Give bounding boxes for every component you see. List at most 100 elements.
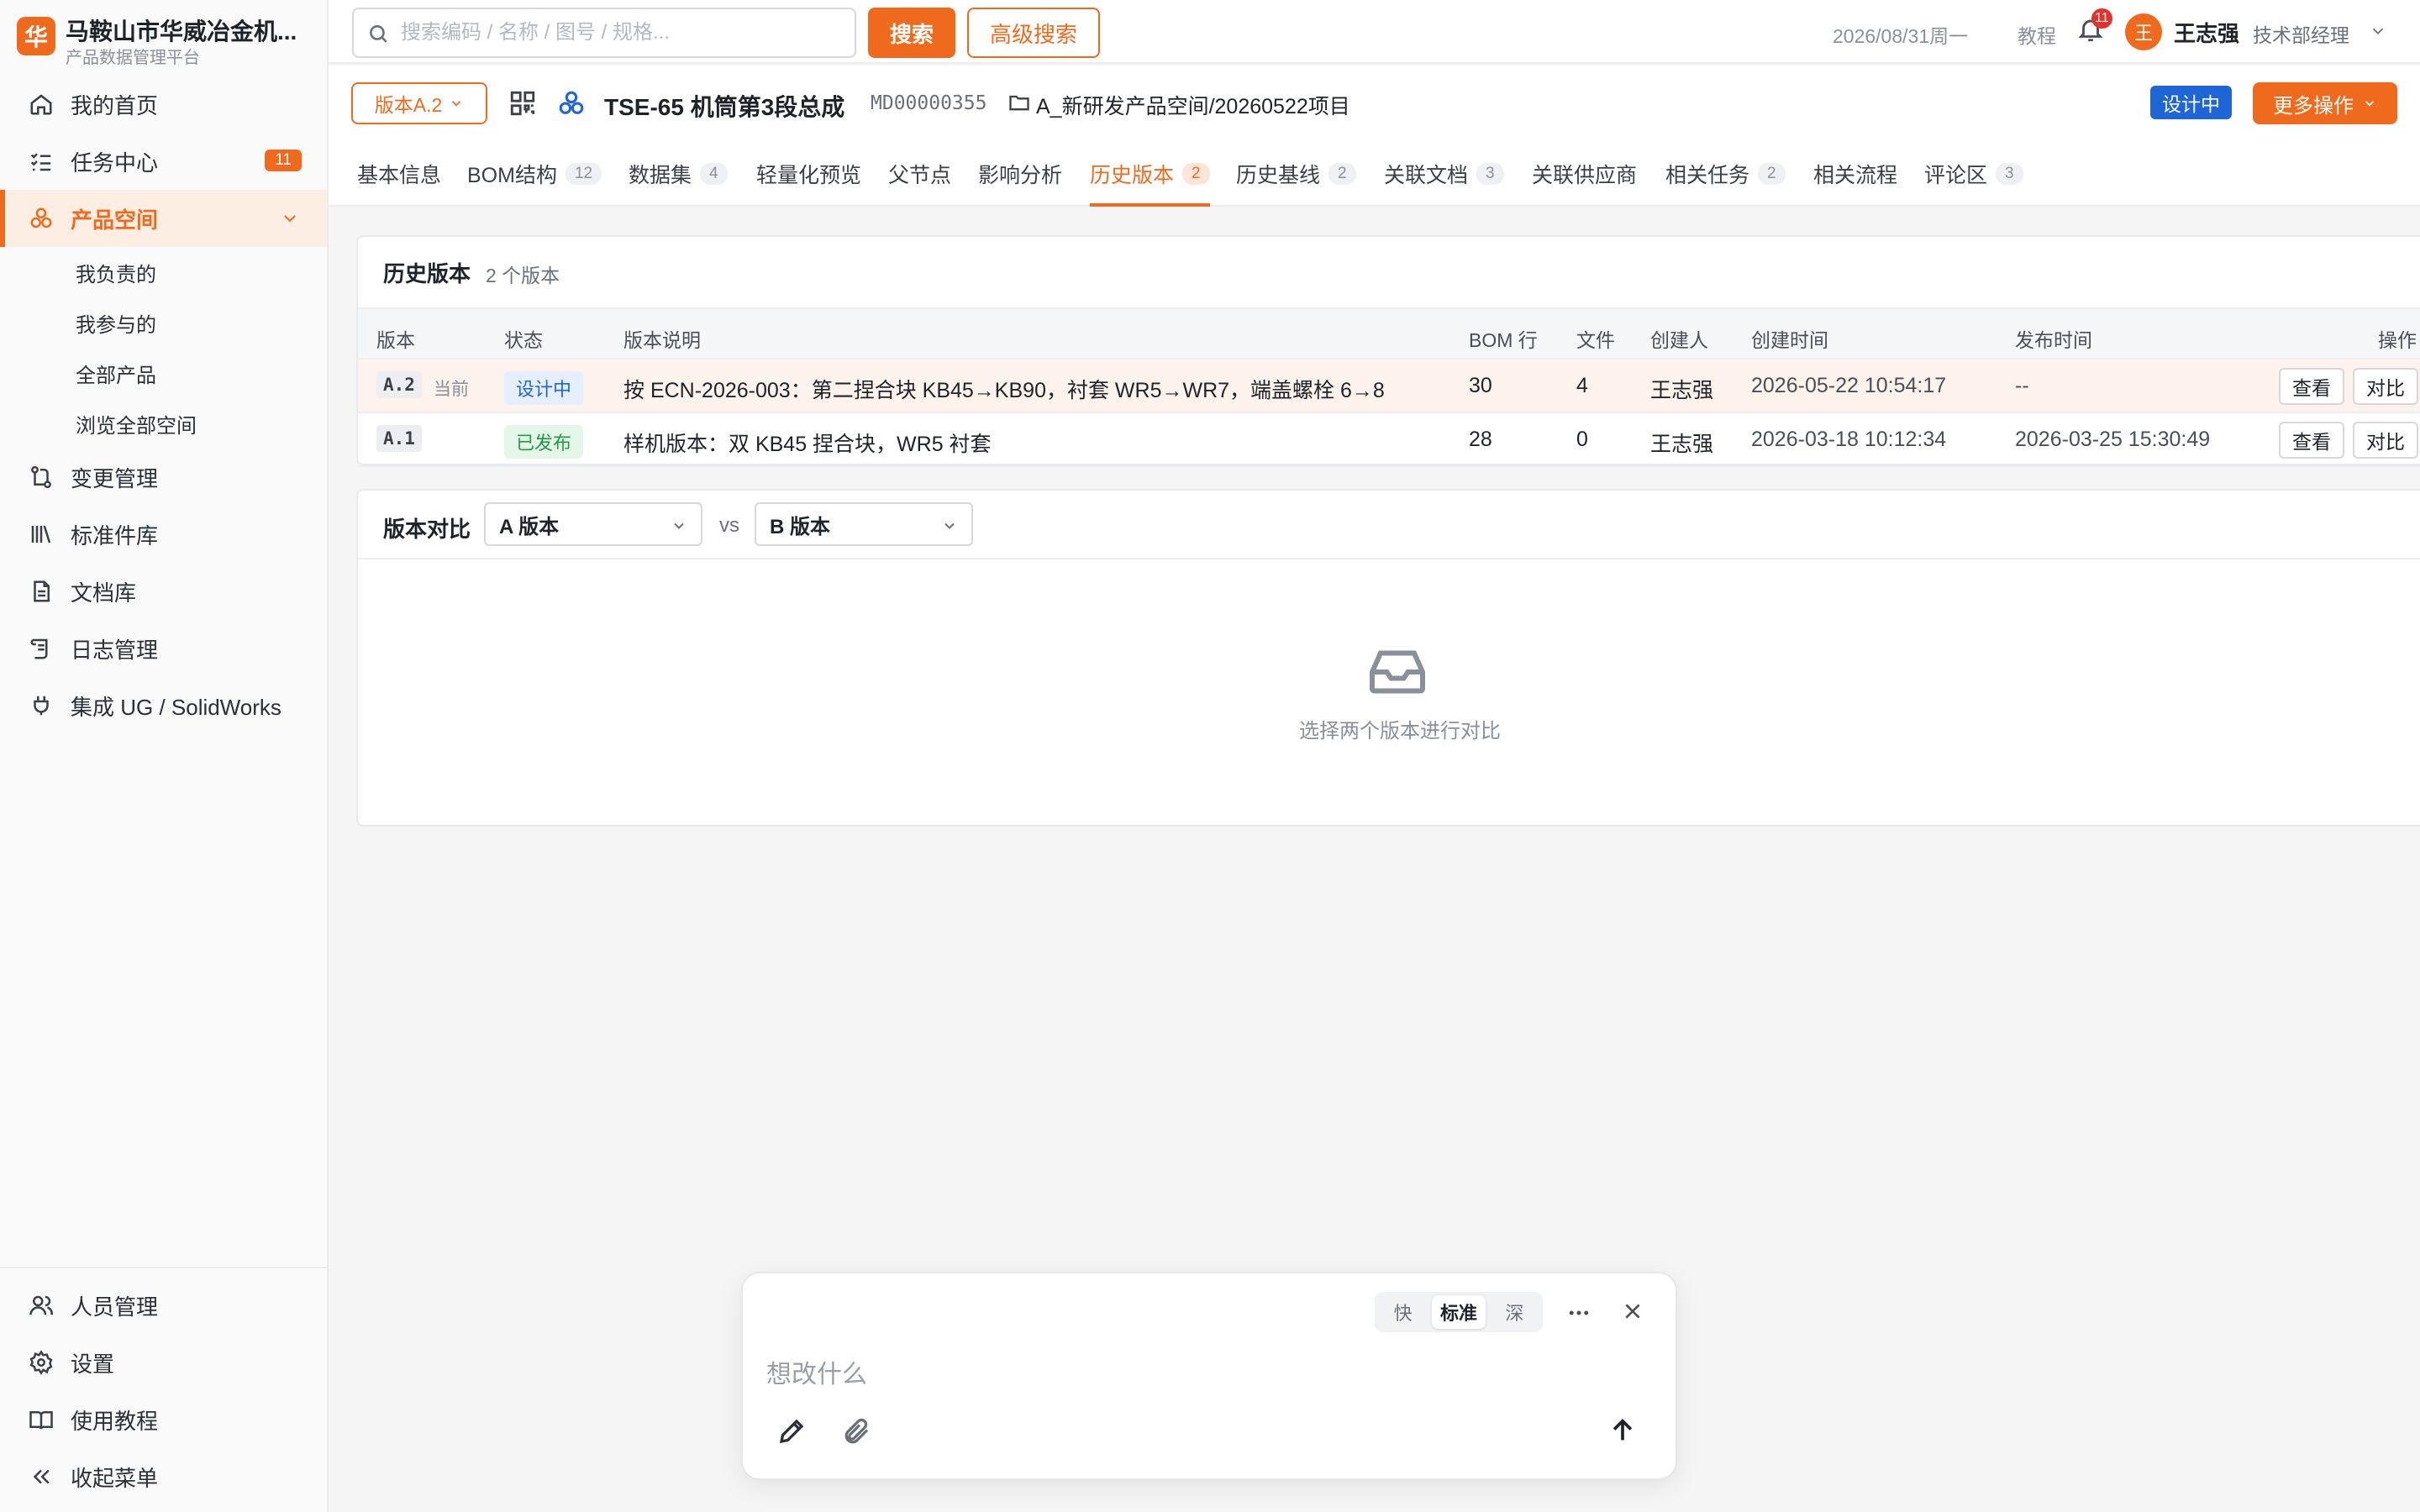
column-header: 操作 — [2378, 329, 2417, 351]
tab-datasets[interactable]: 数据集 4 — [629, 141, 728, 207]
tab-history-baselines[interactable]: 历史基线 2 — [1236, 141, 1356, 207]
tab-label: 关联文档 — [1384, 164, 1469, 187]
sidebar-item-logs[interactable]: 日志管理 — [0, 620, 327, 677]
tab-impact-analysis[interactable]: 影响分析 — [978, 141, 1062, 207]
search-input[interactable] — [401, 18, 838, 48]
brand[interactable]: 华 马鞍山市华威冶金机... 产品数据管理平台 — [17, 10, 319, 67]
change-icon — [29, 465, 54, 490]
tutorial-link[interactable]: 教程 — [2018, 20, 2056, 49]
sidebar-item-label: 标准件库 — [71, 522, 159, 549]
tab-label: 历史基线 — [1236, 164, 1321, 187]
tab-lightweight-preview[interactable]: 轻量化预览 — [756, 141, 861, 207]
paperclip-icon[interactable] — [842, 1416, 872, 1451]
column-header: BOM 行 — [1469, 329, 1538, 351]
collapse-icon — [29, 1464, 54, 1489]
version-description: 按 ECN-2026-003：第二捏合块 KB45→KB90，衬套 WR5→WR… — [623, 379, 1385, 402]
notifications-button[interactable]: 11 — [2076, 8, 2112, 49]
sidebar-item-label: 日志管理 — [71, 637, 159, 663]
sidebar-item-integration[interactable]: 集成 UG / SolidWorks — [0, 677, 327, 734]
product-structure-icon — [557, 89, 586, 122]
tab-related-workflows[interactable]: 相关流程 — [1813, 141, 1897, 207]
version-a-select[interactable]: A 版本 — [484, 502, 702, 546]
folder-icon — [1007, 91, 1031, 118]
avatar[interactable]: 王 — [2125, 13, 2162, 50]
home-icon — [29, 92, 54, 117]
sidebar-item-users[interactable]: 人员管理 — [0, 1277, 327, 1334]
column-header: 创建人 — [1650, 329, 1708, 351]
history-versions-card: 历史版本 2 个版本 版本 状态 版本说明 BOM 行 文件 创建人 创建时间 … — [356, 235, 2420, 467]
close-icon[interactable] — [1622, 1300, 1644, 1326]
advanced-search-button[interactable]: 高级搜索 — [967, 8, 1100, 58]
tab-related-suppliers[interactable]: 关联供应商 — [1532, 141, 1637, 207]
tasklist-icon — [29, 149, 54, 174]
sidebar-item-standard-parts[interactable]: 标准件库 — [0, 506, 327, 563]
send-arrow-icon[interactable] — [1608, 1416, 1637, 1449]
tab-parent-nodes[interactable]: 父节点 — [888, 141, 951, 207]
tab-basic-info[interactable]: 基本信息 — [357, 141, 441, 207]
sidebar-subitem-mine[interactable]: 我负责的 — [0, 247, 327, 297]
tab-label: 关联供应商 — [1532, 164, 1638, 187]
version-code: A.2 — [376, 371, 422, 398]
product-path-link[interactable]: A_新研发产品空间/20260522项目 — [1036, 90, 1350, 120]
sidebar-subitem-participating[interactable]: 我参与的 — [0, 297, 327, 348]
assistant-input[interactable] — [766, 1354, 1640, 1396]
mode-deep[interactable]: 深 — [1497, 1295, 1532, 1329]
table-row[interactable]: A.2 当前 设计中 按 ECN-2026-003：第二捏合块 KB45→KB9… — [358, 360, 2420, 413]
sidebar-item-home[interactable]: 我的首页 — [0, 76, 327, 133]
more-actions-label: 更多操作 — [2273, 94, 2354, 118]
mode-fast[interactable]: 快 — [1386, 1295, 1421, 1329]
compare-button[interactable]: 对比 — [2353, 422, 2418, 459]
chevron-down-icon — [944, 522, 955, 529]
column-header: 状态 — [504, 329, 543, 351]
sidebar-item-documents[interactable]: 文档库 — [0, 563, 327, 620]
sidebar-subitem-browse-spaces[interactable]: 浏览全部空间 — [0, 398, 327, 449]
version-count: 2 个版本 — [486, 265, 560, 286]
detail-tabs: 基本信息 BOM结构 12 数据集 4 轻量化预览 父节点 影响分析 历史版本 2 历… — [329, 141, 2420, 207]
view-button[interactable]: 查看 — [2279, 368, 2344, 405]
version-b-select[interactable]: B 版本 — [755, 502, 973, 546]
version-dropdown[interactable]: 版本A.2 — [351, 82, 487, 124]
version-description: 样机版本：双 KB45 捏合块，WR5 衬套 — [623, 433, 992, 456]
pencil-icon[interactable] — [776, 1416, 807, 1451]
qr-code-icon[interactable] — [508, 89, 537, 122]
tab-comments[interactable]: 评论区 3 — [1924, 141, 2023, 207]
sidebar-subitem-all-products[interactable]: 全部产品 — [0, 348, 327, 398]
tab-related-docs[interactable]: 关联文档 3 — [1384, 141, 1504, 207]
chevron-down-icon[interactable] — [2369, 22, 2387, 45]
more-actions-button[interactable]: 更多操作 — [2253, 82, 2397, 124]
sidebar-item-settings[interactable]: 设置 — [0, 1334, 327, 1391]
sidebar-item-change[interactable]: 变更管理 — [0, 449, 327, 506]
more-options-icon[interactable] — [1566, 1300, 1591, 1330]
sidebar-item-product-space[interactable]: 产品空间 — [0, 190, 327, 247]
view-button[interactable]: 查看 — [2279, 422, 2344, 459]
tab-bom[interactable]: BOM结构 12 — [467, 141, 602, 207]
page-title: TSE-65 机筒第3段总成 — [604, 94, 845, 120]
column-header: 创建时间 — [1751, 329, 1828, 351]
tab-count: 4 — [700, 163, 728, 185]
tab-count: 12 — [565, 163, 602, 185]
search-button[interactable]: 搜索 — [868, 8, 955, 58]
chevron-down-icon — [2365, 101, 2375, 107]
sidebar-nav: 我的首页 任务中心 11 产品空间 我负责的 我参与的 全部产品 浏览全部空间 … — [0, 76, 327, 734]
user-role: 技术部经理 — [2253, 24, 2349, 46]
sidebar-item-label: 人员管理 — [71, 1294, 159, 1320]
brand-name: 马鞍山市华威冶金机... — [66, 18, 297, 45]
mode-standard[interactable]: 标准 — [1431, 1295, 1486, 1329]
user-name[interactable]: 王志强 — [2174, 17, 2239, 48]
tab-history-versions[interactable]: 历史版本 2 — [1090, 141, 1210, 207]
column-header: 发布时间 — [2015, 329, 2092, 351]
library-icon — [29, 522, 54, 547]
table-header: 版本 状态 版本说明 BOM 行 文件 创建人 创建时间 发布时间 操作 — [358, 307, 2420, 360]
sidebar-item-tutorial[interactable]: 使用教程 — [0, 1391, 327, 1448]
sidebar-item-collapse[interactable]: 收起菜单 — [0, 1448, 327, 1505]
tab-count: 3 — [1996, 163, 2023, 185]
tab-label: 历史版本 — [1090, 164, 1175, 187]
section-title: 历史版本 — [383, 261, 471, 286]
tab-related-tasks[interactable]: 相关任务 2 — [1665, 141, 1786, 207]
compare-button[interactable]: 对比 — [2353, 368, 2418, 405]
creator: 王志强 — [1650, 433, 1714, 456]
sidebar-item-tasks[interactable]: 任务中心 11 — [0, 133, 327, 190]
sidebar-item-label: 文档库 — [71, 580, 137, 606]
mode-selector: 快 标准 深 — [1375, 1292, 1543, 1332]
table-row[interactable]: A.1 已发布 样机版本：双 KB45 捏合块，WR5 衬套 28 0 王志强 … — [358, 413, 2420, 467]
